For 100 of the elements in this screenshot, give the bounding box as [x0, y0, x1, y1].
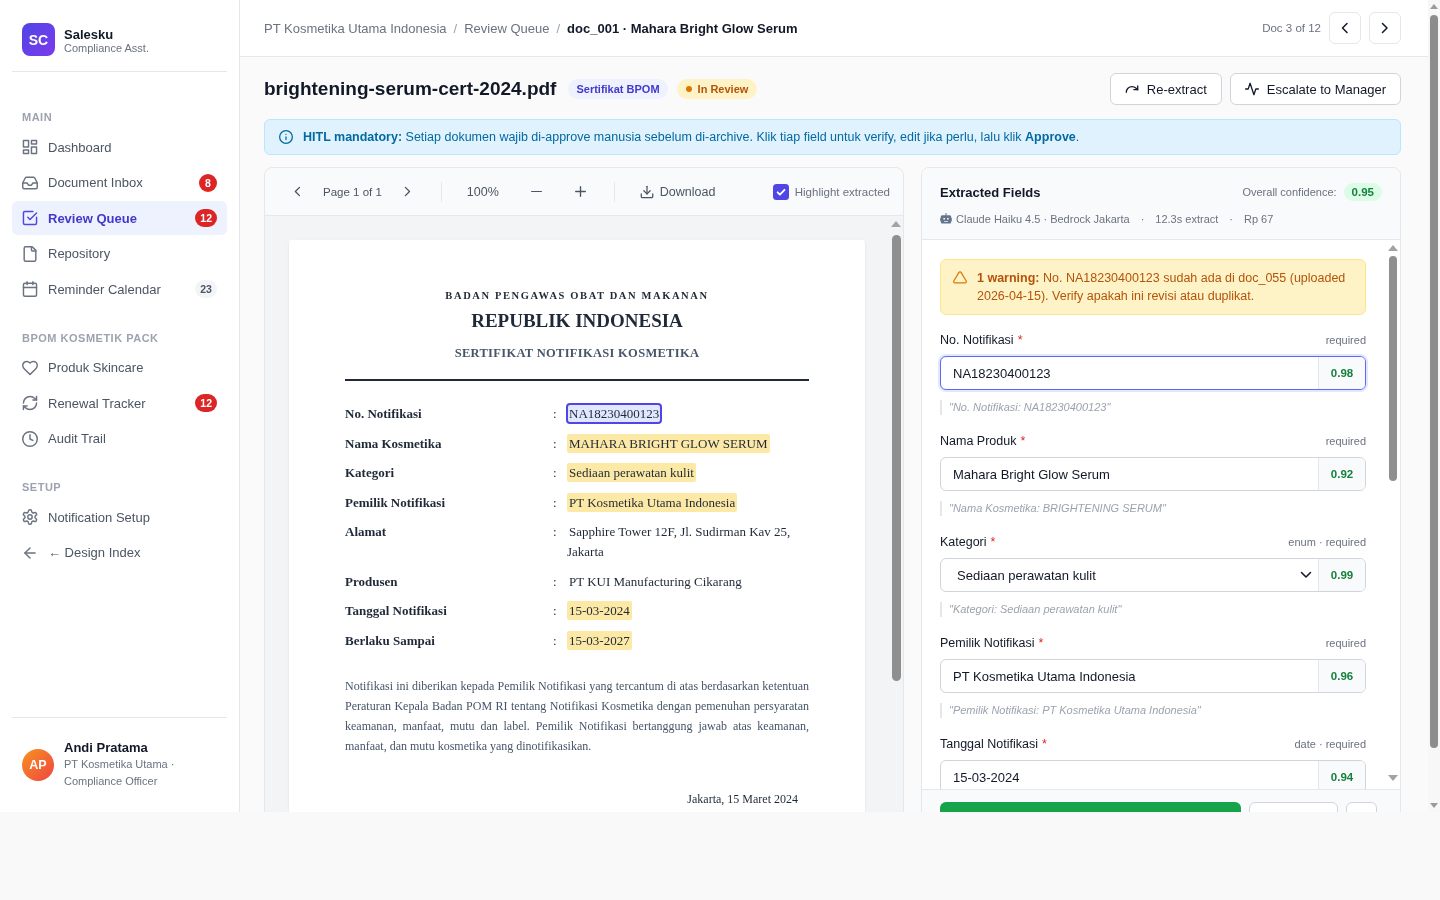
document-title: SERTIFIKAT NOTIFIKASI KOSMETIKA — [453, 345, 701, 361]
meta-text: Claude Haiku 4.5 · Bedrock Jakarta — [956, 212, 1130, 227]
banner-message: HITL mandatory: Setiap dokumen wajib di-approve manusia sebelum di-archive. Klik tiap field untuk verify, edit jika perlu, lalu klik Approve. — [303, 130, 1080, 144]
chevron-right-icon — [404, 186, 412, 197]
previous-button[interactable] — [1329, 12, 1361, 44]
section-heading: BPOM KOSMETIK PACK — [21, 330, 160, 345]
brand-logo: SC — [22, 23, 55, 56]
text-field[interactable]: 15-03-2024 0.94 — [940, 760, 1366, 789]
status-label: In Review — [697, 83, 749, 95]
pulse-icon — [1244, 82, 1259, 96]
breadcrumb-link[interactable]: Review Queue — [464, 20, 550, 36]
place-date: Jakarta, 15 Maret 2024 — [686, 790, 799, 807]
meta-text: Rp 67 — [1244, 212, 1274, 227]
nav-item[interactable]: ← Design Index — [12, 535, 227, 570]
section-heading: MAIN — [21, 110, 54, 124]
field-separator: : — [553, 493, 558, 512]
field-label: Produsen — [345, 572, 399, 591]
user-avatar: AP — [22, 749, 54, 781]
scrollbar[interactable] — [1428, 0, 1440, 812]
nav-item[interactable]: Document Inbox 8 — [12, 165, 227, 200]
checkbox-label: Highlight extracted — [794, 185, 890, 198]
count-badge: 12 — [195, 394, 217, 412]
field-label: Pemilik Notifikasi — [940, 636, 1035, 650]
plus-icon — [575, 186, 587, 197]
count-badge: 12 — [195, 209, 217, 227]
robot-icon — [940, 213, 952, 225]
confidence-score: 0.92 — [1318, 458, 1365, 490]
field-value: Sediaan perawatan kulit — [567, 463, 696, 482]
checkbox[interactable] — [772, 183, 789, 200]
required-mark: * — [1017, 333, 1023, 347]
warning-message: 1 warning: No. NA18230400123 sudah ada di doc_055 (uploaded 2026-04-15). Verify apakah ini revisi atau duplikat. — [977, 270, 1347, 305]
text-field[interactable]: Mahara Bright Glow Serum 0.92 — [940, 457, 1366, 491]
section-heading: SETUP — [21, 480, 63, 494]
text-field[interactable]: PT Kosmetika Utama Indonesia 0.96 — [940, 659, 1366, 693]
chevron-left-icon — [1341, 22, 1349, 34]
chevron-left-icon — [293, 186, 301, 197]
source-quote: "Kategori: Sediaan perawatan kulit" — [940, 602, 1366, 617]
redo-icon — [1124, 83, 1139, 95]
nav-item[interactable]: Audit Trail — [12, 421, 227, 456]
field-label: Nama Kosmetika — [345, 434, 443, 453]
document-type-tag: Sertifikat BPOM — [568, 79, 668, 99]
calendar-icon — [22, 281, 38, 297]
field-separator: : — [553, 434, 558, 453]
required-mark: * — [1020, 434, 1026, 448]
settings-icon — [22, 509, 38, 525]
text-field[interactable]: NA18230400123 0.98 — [940, 356, 1366, 390]
field-separator: : — [553, 631, 558, 650]
count-badge: 8 — [199, 173, 217, 192]
field-separator: : — [553, 523, 558, 541]
field-hint: required — [1325, 334, 1366, 346]
meta-separator: · — [1229, 212, 1233, 227]
re-extract-button[interactable]: Re-extract — [1109, 73, 1222, 105]
nav-item[interactable]: Produk Skincare — [12, 350, 227, 385]
field-value: PT KUI Manufacturing Cikarang — [568, 572, 743, 591]
chevron-right-icon — [1381, 22, 1389, 34]
nav-item[interactable]: Renewal Tracker 12 — [12, 386, 227, 420]
field-label: Pemilik Notifikasi — [345, 493, 447, 512]
select-field[interactable]: Sediaan perawatan kulit 0.99 — [940, 558, 1366, 592]
confidence-score: 0.96 — [1318, 660, 1365, 692]
field-hint: required — [1325, 435, 1366, 447]
field-label: Kategori — [345, 464, 396, 482]
status-dot-icon — [685, 86, 692, 92]
count-badge: 23 — [195, 280, 217, 298]
grid-icon — [22, 139, 38, 155]
nav-item[interactable]: Review Queue 12 — [12, 201, 227, 235]
nav-item[interactable]: Notification Setup — [12, 500, 227, 534]
nav-item[interactable]: Reminder Calendar 23 — [12, 272, 227, 306]
meta-separator: · — [1140, 212, 1145, 227]
next-button[interactable] — [1369, 12, 1401, 44]
source-quote: "Pemilik Notifikasi: PT Kosmetika Utama Indonesia" — [940, 703, 1366, 718]
confidence-score: 0.98 — [1318, 357, 1365, 389]
nav-item[interactable]: Dashboard — [12, 130, 227, 164]
chevron-down-icon — [1300, 571, 1312, 579]
download-button[interactable]: Download — [635, 184, 716, 199]
breadcrumb-link[interactable]: PT Kosmetika Utama Indonesia — [264, 20, 447, 36]
confidence-score: 0.99 — [1318, 559, 1365, 591]
user-role: PT Kosmetika Utama · Compliance Officer — [64, 757, 176, 789]
field-value: MAHARA BRIGHT GLOW SERUM — [567, 433, 770, 453]
field-label: No. Notifikasi — [345, 405, 423, 423]
brand-name: Salesku — [64, 27, 115, 42]
document-heading: REPUBLIK INDONESIA — [470, 309, 684, 333]
field-value: Sapphire Tower 12F, Jl. Sudirman Kav 25, Jakarta — [567, 523, 791, 561]
confidence-label: Overall confidence: — [1242, 186, 1337, 198]
page-indicator: Page 1 of 1 — [323, 185, 382, 198]
minus-icon — [531, 190, 543, 193]
download-icon — [639, 184, 654, 199]
file-icon — [22, 245, 38, 262]
required-mark: * — [1038, 636, 1044, 650]
field-label: No. Notifikasi — [940, 333, 1014, 347]
source-quote: "Nama Kosmetika: BRIGHTENING SERUM" — [940, 501, 1366, 516]
nav-item[interactable]: Repository — [12, 236, 227, 271]
escalate-button[interactable]: Escalate to Manager — [1229, 73, 1401, 105]
brand-subtitle: Compliance Asst. — [64, 42, 149, 55]
field-label: Tanggal Notifikasi — [940, 737, 1038, 751]
required-mark: * — [1041, 737, 1047, 751]
meta-text: 12.3s extract — [1155, 212, 1219, 227]
field-hint: required — [1325, 637, 1366, 649]
user-name: Andi Pratama — [64, 740, 149, 756]
field-value: PT Kosmetika Utama Indonesia — [567, 492, 738, 512]
field-label: Berlaku Sampai — [345, 631, 436, 650]
